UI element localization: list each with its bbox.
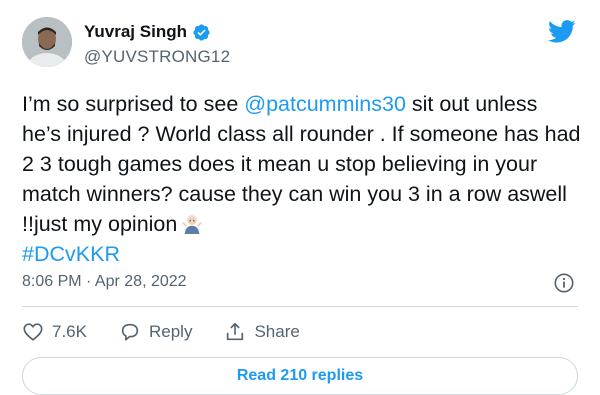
- tweet-text-part: I’m so surprised to see: [22, 92, 245, 116]
- share-button[interactable]: Share: [224, 321, 300, 343]
- tweet-text: I’m so surprised to see @patcummins30 si…: [22, 89, 582, 269]
- reply-label: Reply: [148, 322, 193, 341]
- hashtag-link[interactable]: #DCvKKR: [22, 242, 120, 266]
- like-count: 7.6K: [52, 322, 87, 341]
- reply-button[interactable]: Reply: [119, 321, 192, 343]
- like-button[interactable]: 7.6K: [22, 321, 87, 343]
- verified-badge-icon: [193, 23, 210, 41]
- author-name-row[interactable]: Yuvraj Singh: [84, 21, 211, 43]
- tweet-card: Yuvraj Singh @YUVSTRONG12 I’m so surpris…: [0, 0, 600, 395]
- avatar[interactable]: [22, 17, 72, 67]
- tweet-actions: 7.6K Reply Share: [22, 318, 332, 346]
- share-label: Share: [254, 322, 300, 341]
- divider: [22, 306, 578, 307]
- heart-icon: [23, 323, 43, 341]
- author-display-name[interactable]: Yuvraj Singh: [84, 22, 187, 42]
- twitter-bird-icon[interactable]: [546, 17, 578, 45]
- person-shrugging-emoji-icon: [182, 214, 203, 234]
- read-replies-button[interactable]: Read 210 replies: [22, 357, 578, 395]
- info-icon[interactable]: [553, 272, 575, 294]
- share-icon: [227, 322, 244, 341]
- tweet-timestamp[interactable]: 8:06 PM · Apr 28, 2022: [22, 273, 187, 291]
- mention-link[interactable]: @patcummins30: [244, 92, 406, 116]
- author-handle[interactable]: @YUVSTRONG12: [84, 47, 230, 67]
- reply-bubble-icon: [121, 323, 139, 341]
